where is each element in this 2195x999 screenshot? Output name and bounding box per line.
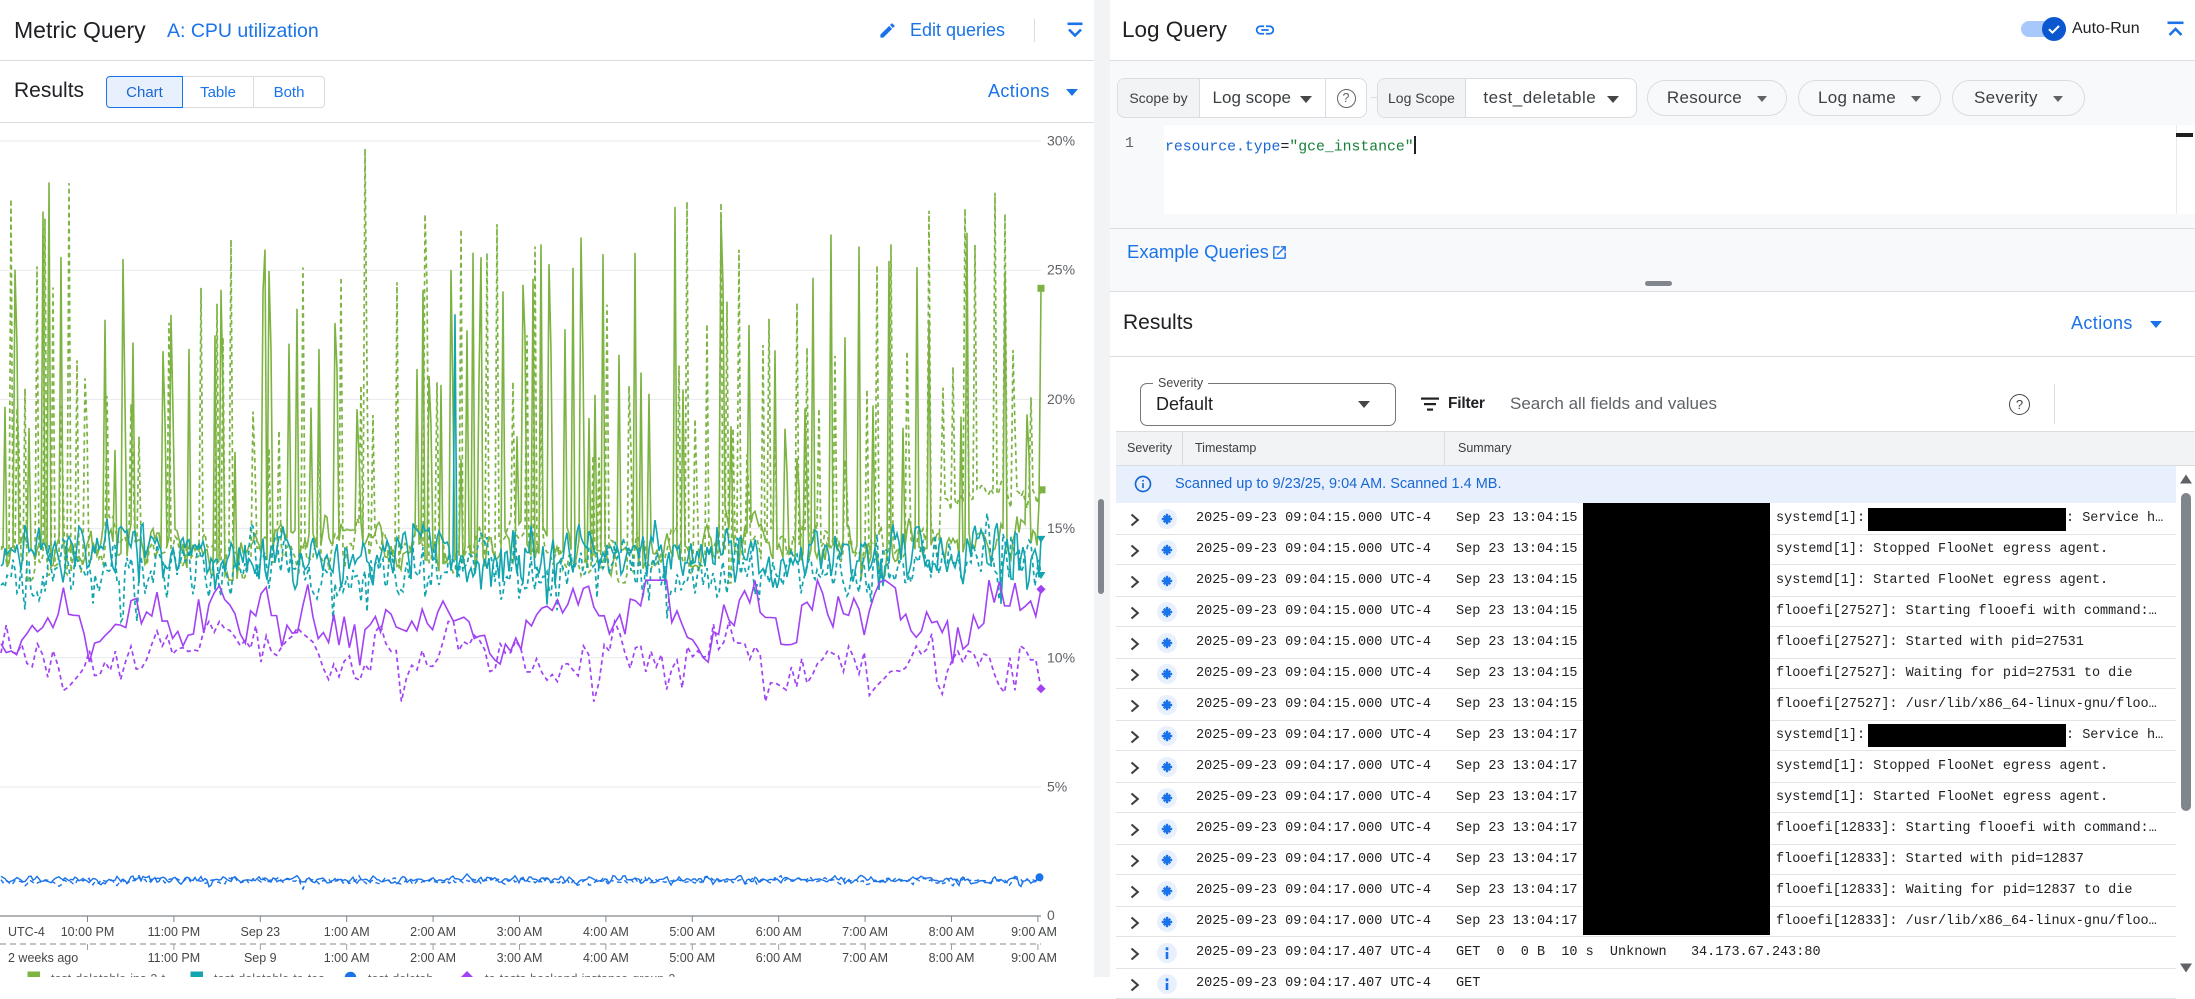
svg-text:4:00 AM: 4:00 AM — [583, 925, 629, 939]
svg-text:7:00 AM: 7:00 AM — [842, 925, 888, 939]
svg-text:5%: 5% — [1047, 779, 1067, 795]
svg-text:2:00 AM: 2:00 AM — [410, 951, 456, 965]
svg-text:9:00 AM: 9:00 AM — [1011, 951, 1057, 965]
svg-text:8:00 AM: 8:00 AM — [929, 951, 975, 965]
svg-text:test-deletable-ins-2-t: test-deletable-ins-2-t — [51, 972, 165, 977]
svg-text:3:00 AM: 3:00 AM — [497, 925, 543, 939]
svg-text:1:00 AM: 1:00 AM — [324, 925, 370, 939]
svg-text:UTC-4: UTC-4 — [8, 925, 45, 939]
svg-text:11:00 PM: 11:00 PM — [148, 925, 201, 939]
svg-text:8:00 AM: 8:00 AM — [929, 925, 975, 939]
svg-text:7:00 AM: 7:00 AM — [842, 951, 888, 965]
svg-text:test-deletab: test-deletab — [368, 972, 433, 977]
svg-text:test-deletable-te-tes: test-deletable-te-tes — [214, 972, 324, 977]
svg-text:10%: 10% — [1047, 649, 1075, 665]
svg-text:0: 0 — [1047, 907, 1055, 923]
svg-text:4:00 AM: 4:00 AM — [583, 951, 629, 965]
svg-text:11:00 PM: 11:00 PM — [148, 951, 201, 965]
svg-text:30%: 30% — [1047, 133, 1075, 149]
svg-text:25%: 25% — [1047, 262, 1075, 278]
svg-text:6:00 AM: 6:00 AM — [756, 951, 802, 965]
svg-text:20%: 20% — [1047, 391, 1075, 407]
svg-text:1:00 AM: 1:00 AM — [324, 951, 370, 965]
svg-text:5:00 AM: 5:00 AM — [669, 925, 715, 939]
svg-text:5:00 AM: 5:00 AM — [669, 951, 715, 965]
svg-text:15%: 15% — [1047, 520, 1075, 536]
svg-text:te-tests-backend-instance-grou: te-tests-backend-instance-group-2 — [485, 972, 675, 977]
svg-text:9:00 AM: 9:00 AM — [1011, 925, 1057, 939]
svg-text:2 weeks ago: 2 weeks ago — [8, 951, 78, 965]
svg-text:6:00 AM: 6:00 AM — [756, 925, 802, 939]
svg-text:3:00 AM: 3:00 AM — [497, 951, 543, 965]
svg-text:10:00 PM: 10:00 PM — [61, 925, 115, 939]
svg-text:Sep 9: Sep 9 — [244, 951, 277, 965]
svg-text:Sep 23: Sep 23 — [240, 925, 280, 939]
svg-text:2:00 AM: 2:00 AM — [410, 925, 456, 939]
